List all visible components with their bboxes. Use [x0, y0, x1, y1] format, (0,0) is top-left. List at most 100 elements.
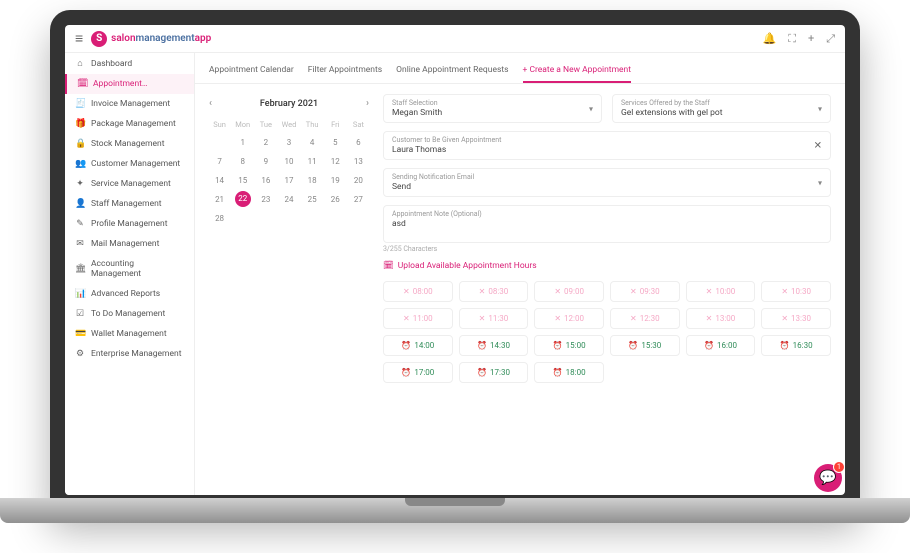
nav-to-do-management[interactable]: ☑To Do Management [65, 304, 194, 324]
time-slot[interactable]: ⏰14:30 [459, 335, 529, 356]
nav-label: Package Management [91, 119, 176, 129]
clear-customer-icon[interactable]: ✕ [814, 140, 822, 151]
menu-icon[interactable]: ≡ [75, 30, 83, 47]
staff-select[interactable]: Staff Selection Megan Smith [383, 94, 602, 123]
cal-day[interactable]: 9 [255, 153, 276, 170]
time-slot: ✕08:00 [383, 281, 453, 302]
cal-day[interactable]: 27 [348, 191, 369, 208]
cal-day[interactable]: 4 [302, 134, 323, 151]
calendar-icon: 🗓 [383, 261, 394, 271]
nav-label: Enterprise Management [91, 349, 182, 359]
cal-day[interactable]: 18 [302, 172, 323, 189]
plus-icon[interactable]: + [808, 32, 814, 45]
cal-day[interactable]: 16 [255, 172, 276, 189]
time-slot[interactable]: ⏰15:00 [534, 335, 604, 356]
cal-day[interactable]: 17 [278, 172, 299, 189]
chat-button[interactable]: 💬1 [814, 464, 842, 492]
cal-day[interactable]: 19 [325, 172, 346, 189]
nav-accounting-management[interactable]: 🏛Accounting Management [65, 254, 194, 284]
nav-icon: ✉ [75, 239, 85, 249]
cal-next[interactable]: › [366, 98, 369, 109]
nav-mail-management[interactable]: ✉ Mail Management [65, 234, 194, 254]
nav-wallet-management[interactable]: 💳Wallet Management [65, 324, 194, 344]
cal-day[interactable]: 24 [278, 191, 299, 208]
time-slot[interactable]: ⏰16:00 [686, 335, 756, 356]
cal-day[interactable]: 5 [325, 134, 346, 151]
nav-profile-management[interactable]: ✎Profile Management [65, 214, 194, 234]
bell-icon[interactable]: 🔔 [763, 32, 777, 45]
expand-icon[interactable]: ⤢ [826, 32, 835, 46]
cal-day[interactable]: 23 [255, 191, 276, 208]
tab-2[interactable]: Online Appointment Requests [396, 61, 508, 83]
cal-day[interactable]: 8 [232, 153, 253, 170]
x-icon: ✕ [403, 287, 410, 296]
cal-day[interactable]: 14 [209, 172, 230, 189]
x-icon: ✕ [630, 287, 637, 296]
nav-package-management[interactable]: 🎁Package Management [65, 114, 194, 134]
nav-icon: 🧾 [75, 99, 85, 109]
nav-appointment-[interactable]: 🗓Appointment… [65, 74, 194, 94]
cal-day[interactable]: 3 [278, 134, 299, 151]
cal-day[interactable]: 10 [278, 153, 299, 170]
clock-icon: ⏰ [477, 368, 487, 377]
nav-icon: 👥 [75, 159, 85, 169]
x-icon: ✕ [479, 314, 486, 323]
nav-dashboard[interactable]: ⌂Dashboard [65, 53, 194, 74]
time-slot[interactable]: ⏰17:30 [459, 362, 529, 383]
clock-icon: ⏰ [628, 341, 638, 350]
service-select[interactable]: Services Offered by the Staff Gel extens… [612, 94, 831, 123]
customer-field[interactable]: Customer to Be Given Appointment Laura T… [383, 131, 831, 160]
cal-day[interactable]: 25 [302, 191, 323, 208]
time-slot[interactable]: ⏰15:30 [610, 335, 680, 356]
nav-icon: 📊 [75, 289, 85, 299]
cal-day[interactable]: 13 [348, 153, 369, 170]
nav-label: Stock Management [91, 139, 165, 149]
nav-label: Mail Management [91, 239, 159, 249]
cal-day[interactable]: 2 [255, 134, 276, 151]
cal-day[interactable]: 6 [348, 134, 369, 151]
cal-day[interactable]: 22 [235, 191, 251, 207]
clock-icon: ⏰ [780, 341, 790, 350]
cal-day[interactable]: 1 [232, 134, 253, 151]
nav-staff-management[interactable]: 👤Staff Management [65, 194, 194, 214]
time-slot[interactable]: ⏰17:00 [383, 362, 453, 383]
dow: Thu [302, 117, 323, 132]
nav-invoice-management[interactable]: 🧾Invoice Management [65, 94, 194, 114]
nav-stock-management[interactable]: 🔒Stock Management [65, 134, 194, 154]
dow: Wed [278, 117, 299, 132]
nav-icon: ☑ [75, 309, 85, 319]
cal-day[interactable]: 7 [209, 153, 230, 170]
cal-day[interactable]: 21 [209, 191, 230, 208]
time-slot[interactable]: ⏰16:30 [761, 335, 831, 356]
cal-day[interactable]: 12 [325, 153, 346, 170]
topbar: ≡ S salonmanagementapp 🔔 ⛶ + ⤢ [65, 25, 845, 53]
cal-day[interactable]: 26 [325, 191, 346, 208]
time-slot[interactable]: ⏰18:00 [534, 362, 604, 383]
nav-advanced-reports[interactable]: 📊Advanced Reports [65, 284, 194, 304]
tab-1[interactable]: Filter Appointments [308, 61, 382, 83]
note-input[interactable]: Appointment Note (Optional) asd [383, 205, 831, 243]
time-slot: ✕10:30 [761, 281, 831, 302]
cal-day[interactable]: 11 [302, 153, 323, 170]
nav-enterprise-management[interactable]: ⚙Enterprise Management [65, 344, 194, 364]
cal-day [209, 134, 230, 151]
cal-prev[interactable]: ‹ [209, 98, 212, 109]
clock-icon: ⏰ [477, 341, 487, 350]
nav-service-management[interactable]: ✦Service Management [65, 174, 194, 194]
app-logo[interactable]: S salonmanagementapp [91, 31, 211, 47]
tab-0[interactable]: Appointment Calendar [209, 61, 294, 83]
time-slot[interactable]: ⏰14:00 [383, 335, 453, 356]
fullscreen-icon[interactable]: ⛶ [788, 32, 796, 46]
cal-day[interactable]: 15 [232, 172, 253, 189]
notify-select[interactable]: Sending Notification Email Send [383, 168, 831, 197]
tab-3[interactable]: + Create a New Appointment [523, 61, 632, 83]
x-icon: ✕ [554, 314, 561, 323]
nav-customer-management[interactable]: 👥Customer Management [65, 154, 194, 174]
time-slot: ✕12:30 [610, 308, 680, 329]
cal-day[interactable]: 20 [348, 172, 369, 189]
upload-hours-link[interactable]: 🗓 Upload Available Appointment Hours [383, 261, 831, 271]
chat-badge: 1 [833, 461, 845, 473]
time-slot: ✕13:00 [686, 308, 756, 329]
x-icon: ✕ [554, 287, 561, 296]
cal-day[interactable]: 28 [209, 210, 230, 227]
